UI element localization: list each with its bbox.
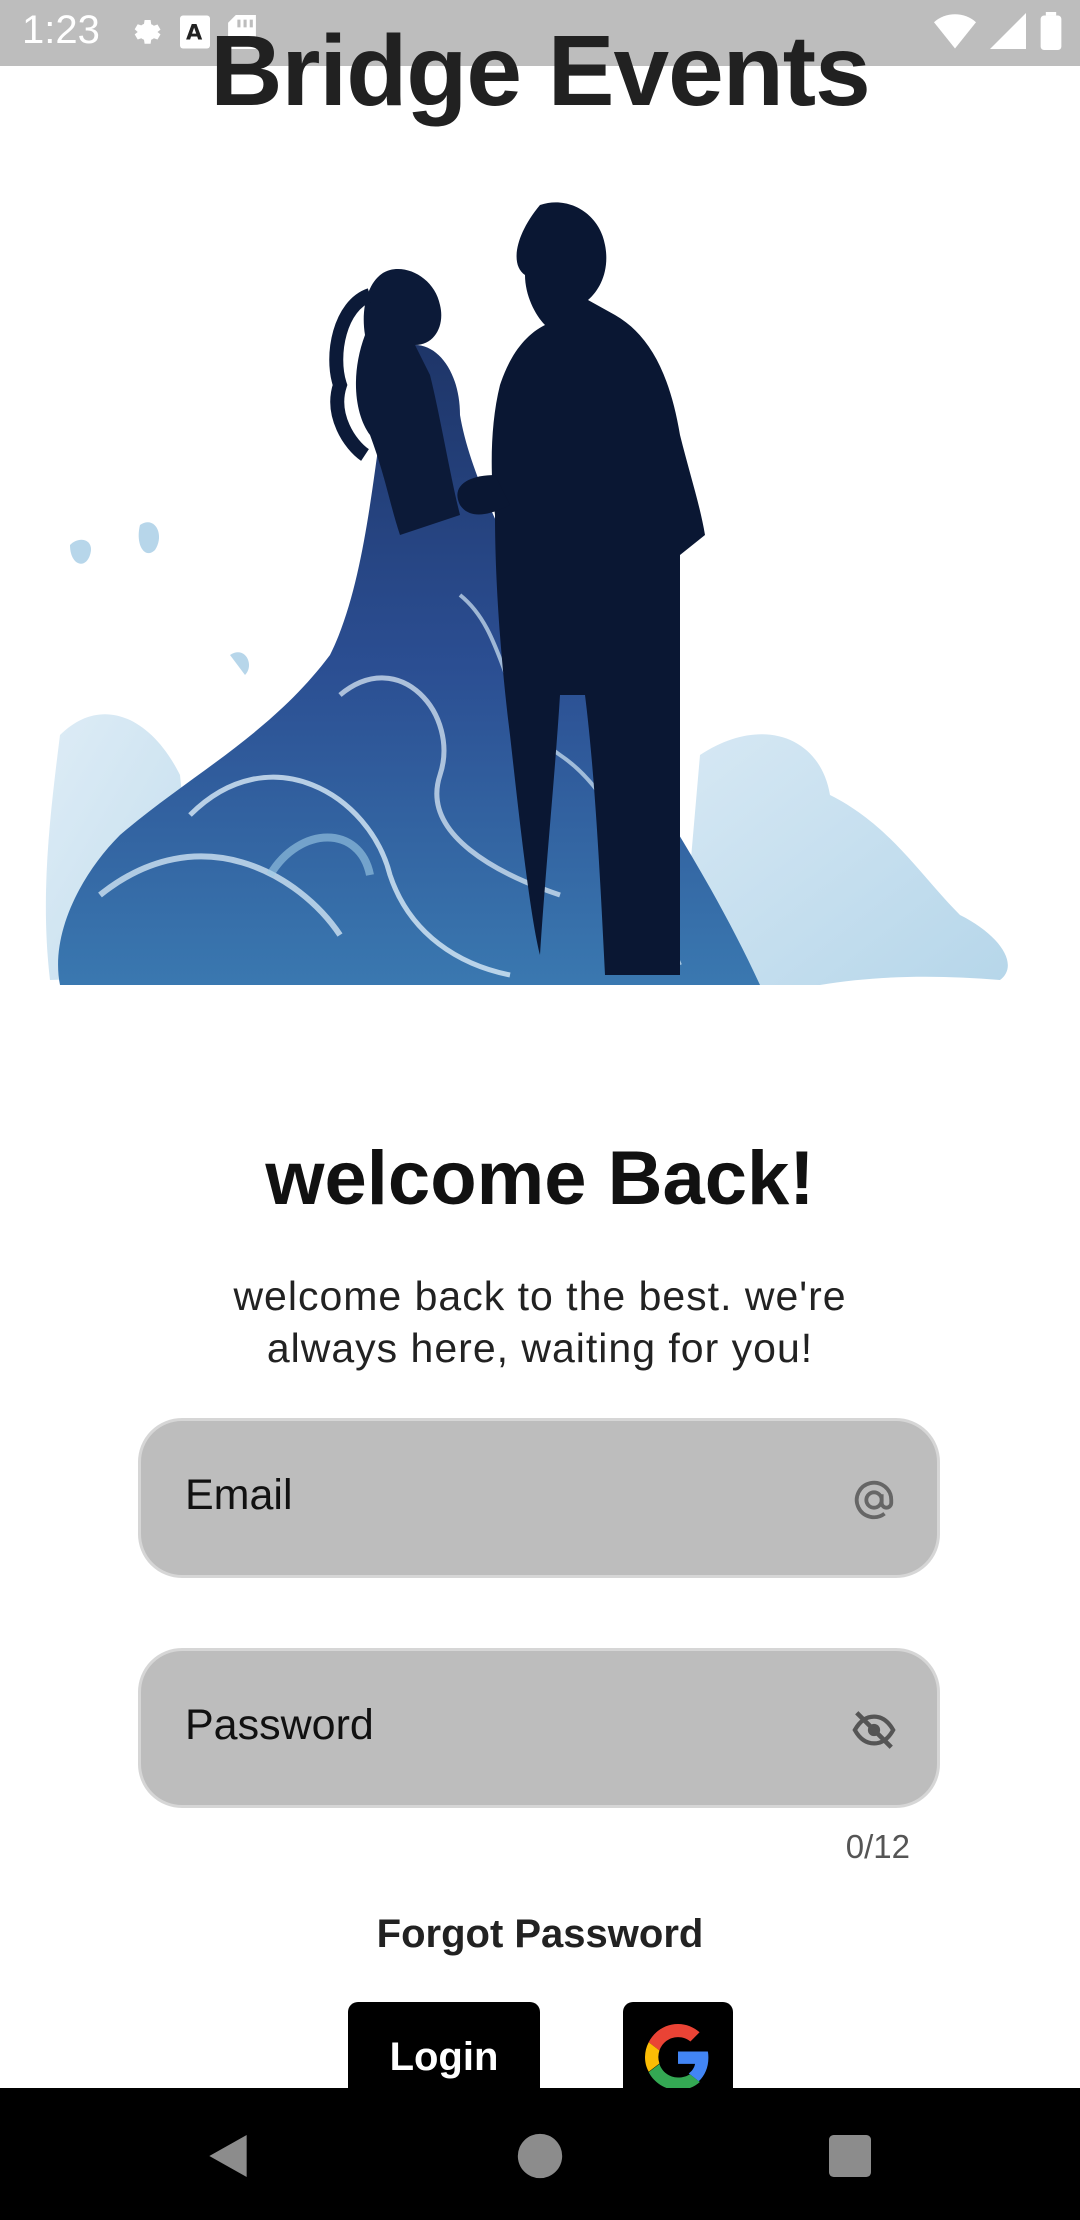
welcome-subtitle: welcome back to the best. we're always h…: [233, 1273, 847, 1371]
email-label: Email: [185, 1471, 293, 1519]
home-icon[interactable]: [512, 2128, 568, 2184]
navigation-bar: [0, 2088, 1080, 2220]
password-field[interactable]: Password: [138, 1648, 940, 1808]
password-counter: 0/12: [845, 1828, 910, 1865]
back-icon[interactable]: [200, 2128, 256, 2184]
app-title: Bridge Events: [210, 15, 870, 127]
recents-icon[interactable]: [822, 2128, 878, 2184]
welcome-title: welcome Back!: [265, 1136, 815, 1221]
password-label: Password: [185, 1701, 374, 1749]
google-icon: [645, 2024, 709, 2090]
visibility-off-icon[interactable]: [851, 1707, 897, 1753]
couple-silhouette-illustration: [45, 202, 1008, 985]
at-icon: [854, 1480, 894, 1520]
forgot-password-link[interactable]: Forgot Password: [0, 1912, 1080, 1957]
email-field[interactable]: Email: [138, 1418, 940, 1578]
